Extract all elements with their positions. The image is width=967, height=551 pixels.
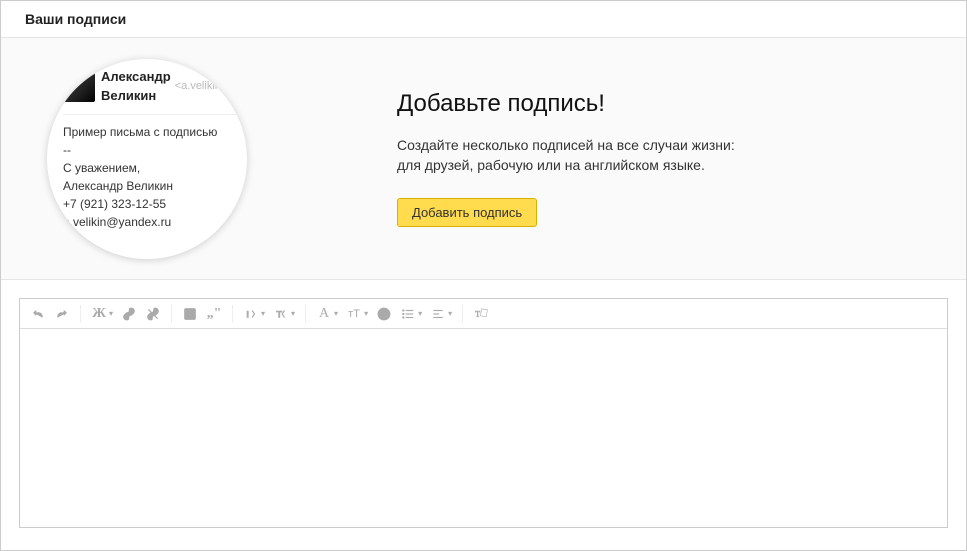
editor-toolbar: Ж ▾ „" I ▾ T ▾ A ▾ тT ▾ ▾ ▾ T	[20, 299, 947, 329]
preview-email: <a.velikin@yandex.ru>	[175, 78, 247, 95]
hero-desc-line2: для друзей, рабочую или на английском яз…	[397, 156, 735, 176]
list-icon[interactable]	[398, 304, 418, 324]
hero-text: Добавьте подпись! Создайте несколько под…	[397, 90, 735, 226]
hero-title: Добавьте подпись!	[397, 90, 735, 118]
editor-content-area[interactable]	[20, 329, 947, 527]
bold-dropdown-icon[interactable]: ▾	[109, 309, 113, 318]
preview-body: Пример письма с подписью -- С уважением,…	[63, 123, 247, 231]
bold-icon[interactable]: Ж	[89, 304, 109, 324]
image-icon[interactable]	[180, 304, 200, 324]
avatar	[63, 70, 95, 102]
hero-desc-line1: Создайте несколько подписей на все случа…	[397, 136, 735, 156]
align-icon[interactable]	[428, 304, 448, 324]
align-dropdown-icon[interactable]: ▾	[448, 309, 452, 318]
link-icon[interactable]	[119, 304, 139, 324]
preview-sample-label: Пример письма с подписью	[63, 123, 247, 141]
svg-text:T: T	[475, 309, 480, 318]
hero-section: Александр Великин <a.velikin@yandex.ru> …	[1, 38, 966, 280]
svg-text:I: I	[246, 309, 249, 319]
indent-increase-icon[interactable]: T	[271, 304, 291, 324]
font-size-dropdown-icon[interactable]: ▾	[364, 309, 368, 318]
signature-editor: Ж ▾ „" I ▾ T ▾ A ▾ тT ▾ ▾ ▾ T	[19, 298, 948, 528]
preview-regards: С уважением,	[63, 159, 247, 177]
preview-header: Александр Великин <a.velikin@yandex.ru>	[63, 67, 247, 115]
indent-inc-dropdown-icon[interactable]: ▾	[291, 309, 295, 318]
redo-icon[interactable]	[52, 304, 72, 324]
add-signature-button[interactable]: Добавить подпись	[397, 198, 537, 227]
font-size-icon[interactable]: тT	[344, 304, 364, 324]
hero-desc: Создайте несколько подписей на все случа…	[397, 136, 735, 175]
preview-name: Александр Великин	[101, 67, 171, 106]
indent-decrease-icon[interactable]: I	[241, 304, 261, 324]
page-header: Ваши подписи	[1, 1, 966, 38]
svg-text:T: T	[276, 309, 282, 319]
undo-icon[interactable]	[28, 304, 48, 324]
list-dropdown-icon[interactable]: ▾	[418, 309, 422, 318]
emoji-icon[interactable]	[374, 304, 394, 324]
preview-sep: --	[63, 141, 247, 159]
preview-phone: +7 (921) 323-12-55	[63, 195, 247, 213]
unlink-icon[interactable]	[143, 304, 163, 324]
preview-sig-email: a.velikin@yandex.ru	[63, 213, 247, 231]
quote-icon[interactable]: „"	[204, 304, 224, 324]
clear-format-icon[interactable]: T	[471, 304, 491, 324]
font-color-dropdown-icon[interactable]: ▾	[334, 309, 338, 318]
page-title: Ваши подписи	[25, 11, 126, 27]
preview-sig-name: Александр Великин	[63, 177, 247, 195]
indent-dec-dropdown-icon[interactable]: ▾	[261, 309, 265, 318]
signature-preview: Александр Великин <a.velikin@yandex.ru> …	[47, 59, 247, 259]
font-color-icon[interactable]: A	[314, 304, 334, 324]
